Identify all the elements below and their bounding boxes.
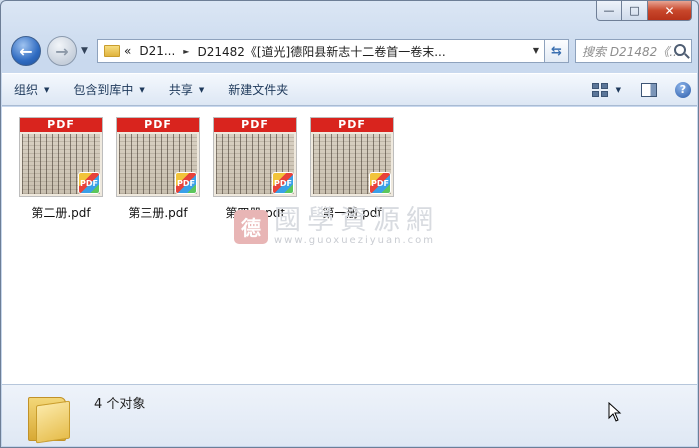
watermark-seal-icon: 德	[234, 209, 268, 244]
navigation-bar: ← → ▼ « D21... ► D21482《[道光]德阳县新志十二卷首一卷末…	[9, 35, 692, 67]
pdf-thumbnail: PDF PDF	[310, 117, 394, 197]
pdf-banner: PDF	[311, 118, 393, 132]
address-dropdown-icon[interactable]: ▼	[533, 46, 539, 55]
search-icon[interactable]	[674, 44, 686, 56]
command-bar: 组织 ▼ 包含到库中 ▼ 共享 ▼ 新建文件夹 ▼ ?	[2, 73, 697, 106]
file-list: PDF PDF 第二册.pdf PDF PDF 第三册.pdf PDF PDF …	[2, 107, 697, 384]
pdf-app-icon: PDF	[175, 172, 197, 194]
preview-pane-icon[interactable]	[641, 82, 657, 97]
breadcrumb-segment-parent[interactable]: D21...	[135, 44, 179, 58]
breadcrumb-segment-current[interactable]: D21482《[道光]德阳县新志十二卷首一卷末...	[193, 43, 449, 60]
file-name: 第三册.pdf	[128, 206, 188, 220]
organize-menu[interactable]: 组织 ▼	[2, 74, 61, 105]
item-count: 4 个对象	[94, 397, 146, 412]
chevron-down-icon: ▼	[139, 85, 145, 94]
pdf-app-icon: PDF	[78, 172, 100, 194]
pdf-banner: PDF	[20, 118, 102, 132]
pdf-thumbnail: PDF PDF	[213, 117, 297, 197]
recent-pages-dropdown[interactable]: ▼	[81, 46, 88, 56]
share-label: 共享	[168, 83, 193, 97]
change-view-icon[interactable]	[591, 82, 608, 97]
folder-icon	[28, 393, 72, 444]
organize-label: 组织	[14, 83, 39, 97]
caption-buttons: — □ ✕	[596, 1, 692, 21]
explorer-window: — □ ✕ ← → ▼ « D21... ► D21482《[道光]德阳县新志十…	[0, 0, 699, 448]
details-pane: 4 个对象	[2, 384, 697, 446]
new-folder-label: 新建文件夹	[228, 83, 289, 97]
chevron-down-icon: ▼	[198, 85, 205, 94]
include-in-library-label: 包含到库中	[73, 83, 134, 97]
back-button[interactable]: ←	[11, 36, 41, 66]
pdf-thumbnail: PDF PDF	[116, 117, 200, 197]
forward-button[interactable]: →	[47, 36, 77, 66]
file-item[interactable]: PDF PDF 第三册.pdf	[113, 117, 203, 221]
breadcrumb-separator-icon[interactable]: ►	[179, 47, 193, 56]
address-bar[interactable]: « D21... ► D21482《[道光]德阳县新志十二卷首一卷末... ▼	[97, 39, 545, 63]
toolbar-right: ▼ ?	[591, 74, 691, 105]
search-placeholder: 搜索 D21482《...	[582, 44, 681, 59]
chevron-down-icon: ▼	[44, 85, 50, 94]
help-icon[interactable]: ?	[675, 81, 691, 98]
file-name: 第二册.pdf	[31, 206, 91, 220]
maximize-button[interactable]: □	[622, 1, 648, 21]
file-item[interactable]: PDF PDF 第二册.pdf	[16, 117, 106, 221]
watermark-url: www.guoxueziyuan.com	[274, 235, 435, 246]
pdf-banner: PDF	[214, 118, 296, 132]
watermark-text: 國學資源網 www.guoxueziyuan.com	[274, 205, 439, 247]
view-options-dropdown[interactable]: ▼	[616, 86, 621, 94]
close-button[interactable]: ✕	[648, 1, 692, 21]
pdf-thumbnail: PDF PDF	[19, 117, 103, 197]
watermark-title: 國學資源網	[274, 205, 439, 236]
folder-icon	[104, 45, 120, 57]
include-in-library-menu[interactable]: 包含到库中 ▼	[61, 74, 156, 105]
pdf-app-icon: PDF	[272, 172, 294, 194]
pdf-app-icon: PDF	[369, 172, 391, 194]
minimize-button[interactable]: —	[596, 1, 622, 21]
refresh-button[interactable]: ⇆	[545, 39, 569, 63]
new-folder-button[interactable]: 新建文件夹	[216, 74, 300, 105]
site-watermark: 德 國學資源網 www.guoxueziyuan.com	[234, 207, 439, 246]
address-overflow[interactable]: «	[120, 44, 135, 58]
share-menu[interactable]: 共享 ▼	[157, 74, 216, 105]
search-input[interactable]: 搜索 D21482《...	[575, 39, 692, 63]
pdf-banner: PDF	[117, 118, 199, 132]
